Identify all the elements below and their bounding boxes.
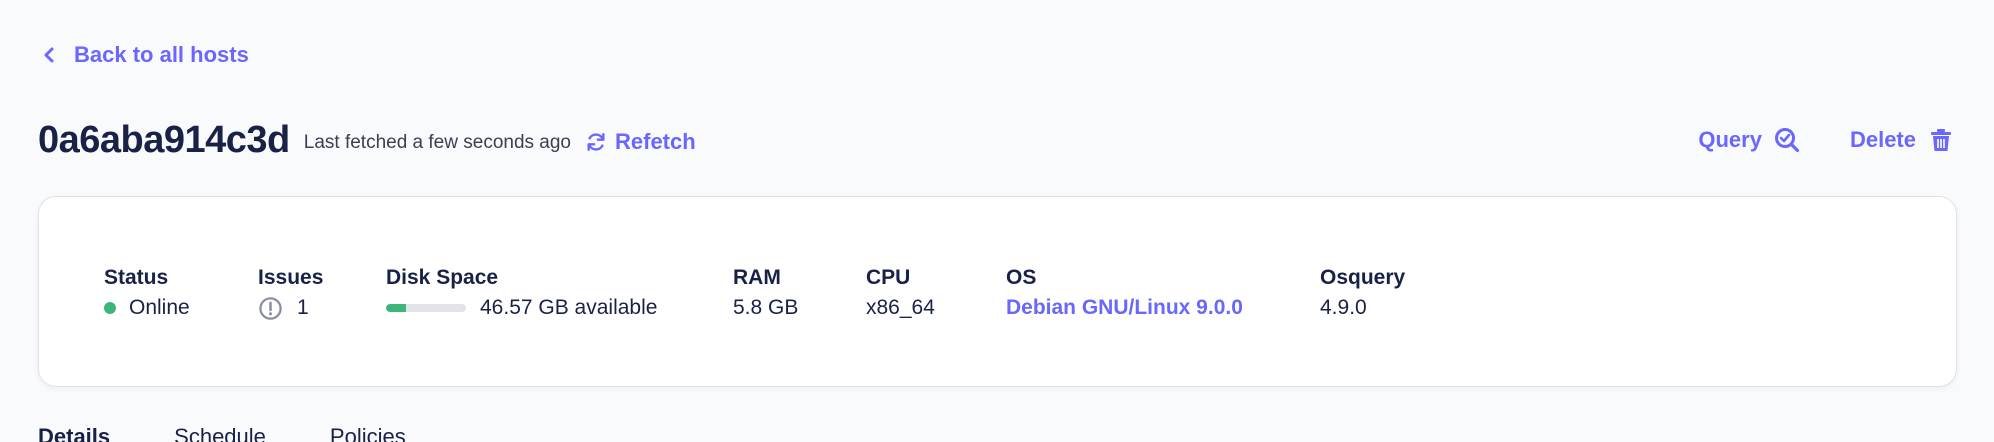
back-link-label: Back to all hosts bbox=[74, 42, 249, 67]
tab-details[interactable]: Details bbox=[38, 424, 110, 442]
issue-warning-icon bbox=[259, 296, 282, 320]
disk-space-field: Disk Space 46.57 GB available bbox=[386, 265, 657, 321]
host-summary-card: Status Online Issues 1 Disk Space 46.57 … bbox=[38, 196, 1957, 387]
cpu-field: CPU x86_64 bbox=[866, 265, 935, 321]
chevron-left-icon bbox=[44, 47, 54, 63]
osquery-field: Osquery 4.9.0 bbox=[1320, 265, 1405, 321]
issues-count[interactable]: 1 bbox=[258, 295, 323, 321]
status-value: Online bbox=[129, 296, 190, 319]
tab-policies[interactable]: Policies bbox=[330, 424, 406, 442]
disk-space-label: Disk Space bbox=[386, 266, 499, 289]
header-actions: Query Delete bbox=[1698, 127, 1954, 153]
osquery-label: Osquery bbox=[1320, 266, 1406, 289]
ram-value: 5.8 GB bbox=[733, 296, 799, 319]
delete-button[interactable]: Delete bbox=[1850, 127, 1954, 153]
refetch-label: Refetch bbox=[615, 129, 696, 154]
host-details-page: Back to all hosts 0a6aba914c3d Last fetc… bbox=[0, 0, 1994, 442]
refetch-button[interactable]: Refetch bbox=[585, 129, 696, 155]
os-field: OS Debian GNU/Linux 9.0.0 bbox=[1006, 265, 1243, 321]
disk-space-value: 46.57 GB available bbox=[480, 296, 658, 319]
os-label: OS bbox=[1006, 266, 1037, 289]
delete-label: Delete bbox=[1849, 127, 1916, 152]
search-check-icon bbox=[1774, 128, 1800, 153]
back-to-hosts-link[interactable]: Back to all hosts bbox=[42, 42, 249, 68]
ram-label: RAM bbox=[733, 266, 781, 289]
last-fetched-text: Last fetched a few seconds ago bbox=[303, 132, 571, 153]
trash-icon bbox=[1931, 129, 1951, 151]
issues-label: Issues bbox=[258, 266, 324, 289]
status-field: Status Online bbox=[104, 265, 190, 321]
disk-usage-bar bbox=[386, 304, 466, 312]
tab-schedule[interactable]: Schedule bbox=[174, 424, 266, 442]
host-header: 0a6aba914c3d Last fetched a few seconds … bbox=[38, 112, 1956, 168]
os-link[interactable]: Debian GNU/Linux 9.0.0 bbox=[1006, 295, 1243, 321]
query-button[interactable]: Query bbox=[1698, 127, 1800, 153]
ram-field: RAM 5.8 GB bbox=[733, 265, 798, 321]
refresh-icon bbox=[587, 133, 605, 151]
cpu-value: x86_64 bbox=[866, 296, 935, 319]
issues-field: Issues 1 bbox=[258, 265, 323, 321]
cpu-label: CPU bbox=[866, 266, 911, 289]
osquery-value: 4.9.0 bbox=[1320, 296, 1367, 319]
disk-usage-bar-fill bbox=[386, 304, 406, 312]
online-status-dot-icon bbox=[104, 302, 116, 314]
host-tabs: Details Schedule Policies bbox=[38, 424, 406, 442]
issues-value: 1 bbox=[297, 296, 309, 319]
status-label: Status bbox=[104, 266, 169, 289]
host-name: 0a6aba914c3d bbox=[38, 118, 290, 161]
query-label: Query bbox=[1698, 127, 1762, 152]
